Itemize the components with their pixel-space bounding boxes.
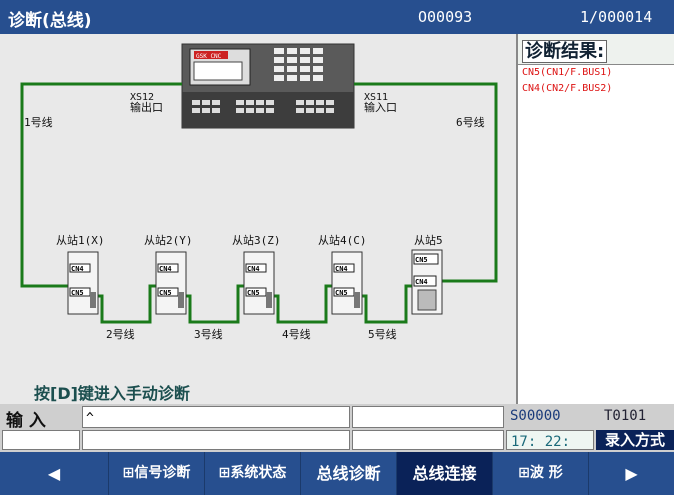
station-3-label: 从站3(Z) xyxy=(232,233,281,247)
softkey-signal-diagnosis[interactable]: ⊞信号诊断 xyxy=(108,452,204,495)
softkey-bus-connection[interactable]: 总线连接 xyxy=(396,452,492,495)
clock-box: 17: 22: 38 xyxy=(506,430,594,469)
cnc-controller: GSK CNC xyxy=(181,43,355,129)
screen-title: 诊断(总线) xyxy=(8,11,92,31)
bus-diagram-area: GSK CNC XS12 输出口 XS11 输入口 1号线 6号线 2号线 3号… xyxy=(0,34,516,404)
input-caret: ^ xyxy=(86,411,94,426)
diagnosis-results-panel: 诊断结果: CN5(CN1/F.BUS1) CN4(CN2/F.BUS2) xyxy=(516,34,674,404)
servo-drive-1: 从站1(X) CN4 CN5 xyxy=(56,233,105,315)
svg-text:CN5: CN5 xyxy=(415,256,428,264)
station-2-label: 从站2(Y) xyxy=(144,233,193,247)
title-bar: 诊断(总线) O00093 1/000014 xyxy=(0,0,674,34)
input-label: 输 入 xyxy=(6,411,46,431)
program-number: O00093 xyxy=(418,8,473,26)
input-field[interactable]: ^ xyxy=(82,406,350,428)
manual-diagnosis-hint: 按[D]键进入手动诊断 xyxy=(34,384,190,403)
tool-status: T0101 xyxy=(604,408,647,424)
softkey-prev[interactable]: ◀ xyxy=(0,452,108,495)
svg-text:CN5: CN5 xyxy=(159,289,172,297)
result-item: CN4(CN2/F.BUS2) xyxy=(522,83,613,94)
station-4-label: 从站4(C) xyxy=(318,233,367,247)
station-1-label: 从站1(X) xyxy=(56,233,105,247)
spindle-status: S00000 xyxy=(510,408,561,424)
svg-text:CN4: CN4 xyxy=(335,265,348,273)
cable-5-label: 5号线 xyxy=(368,327,397,341)
cable-4-label: 4号线 xyxy=(282,327,311,341)
svg-text:CN5: CN5 xyxy=(71,289,84,297)
mode-indicator: 录入方式 xyxy=(596,430,674,450)
softkey-system-status[interactable]: ⊞系统状态 xyxy=(204,452,300,495)
station-5-label: 从站5 xyxy=(414,233,443,247)
message-box-3 xyxy=(352,430,504,450)
input-aux-box xyxy=(352,406,504,428)
svg-text:CN4: CN4 xyxy=(71,265,84,273)
result-item: CN5(CN1/F.BUS1) xyxy=(522,67,613,78)
message-box-1 xyxy=(2,430,80,450)
svg-text:CN5: CN5 xyxy=(247,289,260,297)
softkey-bus-diagnosis[interactable]: 总线诊断 xyxy=(300,452,396,495)
controller-brand: GSK CNC xyxy=(196,53,222,60)
softkey-next[interactable]: ▶ xyxy=(588,452,674,495)
results-title: 诊断结果: xyxy=(522,40,608,63)
cable-2-label: 2号线 xyxy=(106,327,135,341)
cable-3-label: 3号线 xyxy=(194,327,223,341)
svg-text:CN4: CN4 xyxy=(247,265,260,273)
svg-text:CN5: CN5 xyxy=(335,289,348,297)
softkey-waveform[interactable]: ⊞波 形 xyxy=(492,452,588,495)
svg-text:CN4: CN4 xyxy=(159,265,172,273)
servo-drive-5: 从站5 CN5 CN4 xyxy=(411,233,443,315)
port-in-label: 输入口 xyxy=(364,100,397,114)
svg-text:CN4: CN4 xyxy=(415,278,428,286)
message-box-2 xyxy=(82,430,350,450)
port-out-label: 输出口 xyxy=(130,100,163,114)
cable-6-label: 6号线 xyxy=(456,115,485,129)
cable-1-label: 1号线 xyxy=(24,115,53,129)
bus-topology-diagram: GSK CNC XS12 输出口 XS11 输入口 1号线 6号线 2号线 3号… xyxy=(20,43,498,341)
record-count: 1/000014 xyxy=(580,8,653,26)
